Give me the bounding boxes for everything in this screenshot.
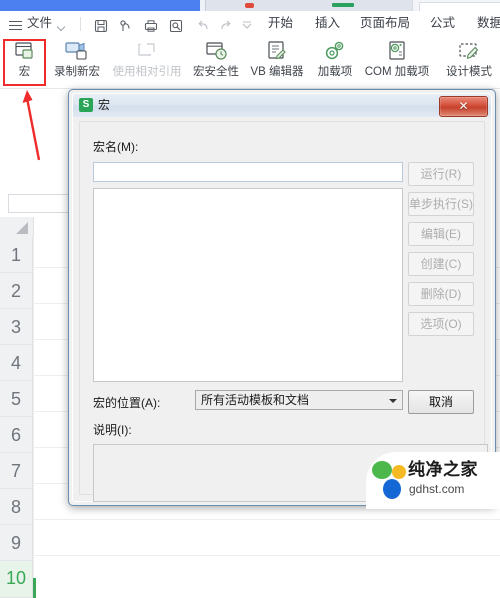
macro-location-select[interactable]: 所有活动模板和文档 [195, 390, 403, 410]
row-header-10[interactable]: 10 [0, 561, 33, 598]
record-macro-icon [48, 38, 106, 64]
ribbon-toolbar: 宏 录制新宏 “„ 使用相对引用 宏安全性 VB 编辑器 加载项 COM 加载项… [0, 36, 500, 89]
svg-text:„: „ [148, 49, 151, 57]
macro-security-icon [188, 38, 244, 64]
macro-button-highlight [3, 39, 46, 86]
row-header-3[interactable]: 3 [0, 309, 33, 345]
row-header-6[interactable]: 6 [0, 417, 33, 453]
tab-badge-red-icon [245, 3, 254, 8]
ribbon-button-relative-reference: “„ 使用相对引用 [108, 38, 186, 79]
ribbon-button-vb-editor[interactable]: VB 编辑器 [246, 38, 308, 79]
ribbon-button-record-macro[interactable]: 录制新宏 [48, 38, 106, 79]
menu-item-data[interactable]: 数据 [477, 14, 500, 33]
svg-text:“: “ [138, 42, 141, 50]
ribbon-label-record-macro: 录制新宏 [54, 66, 100, 78]
active-row-indicator [33, 578, 36, 598]
description-label: 说明(I): [93, 423, 132, 437]
ribbon-label-macro-security: 宏安全性 [193, 66, 239, 78]
browser-tab-strip [0, 0, 500, 13]
macro-name-label: 宏名(M): [93, 140, 139, 154]
print-preview-icon[interactable] [169, 19, 183, 33]
row-header-5[interactable]: 5 [0, 381, 33, 417]
wps-spreadsheet-icon: S [79, 98, 93, 112]
relative-reference-icon: “„ [108, 38, 186, 64]
cancel-button[interactable]: 取消 [408, 390, 474, 414]
macro-dialog: S 宏 ✕ 宏名(M): 宏的位置(A): 所有活动模板和文档 说明(I): 运… [68, 89, 496, 506]
chevron-down-icon[interactable] [58, 24, 65, 31]
name-box-input[interactable] [8, 194, 72, 213]
hamburger-icon[interactable] [9, 21, 22, 31]
menu-divider [80, 17, 81, 31]
row-header-7[interactable]: 7 [0, 453, 33, 489]
row-header-2[interactable]: 2 [0, 273, 33, 309]
options-button[interactable]: 选项(O) [408, 312, 474, 336]
row-header-8[interactable]: 8 [0, 489, 33, 525]
customize-caret-icon[interactable] [240, 19, 254, 33]
macro-location-label: 宏的位置(A): [93, 396, 161, 410]
macro-list-box[interactable] [93, 188, 403, 382]
chevron-down-icon [389, 399, 397, 403]
print-icon[interactable] [144, 19, 158, 33]
ribbon-label-relative-reference: 使用相对引用 [112, 66, 182, 78]
menu-item-start[interactable]: 开始 [268, 14, 293, 33]
watermark-logo-icon [372, 461, 406, 499]
ribbon-label-design-mode: 设计模式 [446, 66, 492, 78]
browser-tab-active[interactable] [0, 0, 200, 11]
vb-editor-icon [246, 38, 308, 64]
watermark-title: 纯净之家 [408, 460, 478, 479]
addin-icon [312, 38, 358, 64]
select-all-triangle-icon [16, 222, 28, 234]
watermark-url: gdhst.com [409, 482, 465, 496]
undo-icon[interactable] [196, 19, 210, 33]
menu-bar: 文件 开始 插入 页面布局 公式 数据 [0, 11, 500, 36]
row-header-1[interactable]: 1 [0, 237, 33, 273]
watermark: 纯净之家 gdhst.com [366, 452, 500, 509]
ribbon-button-design-mode[interactable]: 设计模式 [440, 38, 498, 79]
row-header-9[interactable]: 9 [0, 525, 33, 561]
ribbon-button-com-addin[interactable]: COM 加载项 [360, 38, 434, 79]
ribbon-button-addin[interactable]: 加载项 [312, 38, 358, 79]
dialog-body: 宏名(M): 宏的位置(A): 所有活动模板和文档 说明(I): 运行(R) 单… [79, 121, 488, 502]
dialog-title-bar[interactable]: S 宏 ✕ [73, 94, 491, 117]
macro-name-input[interactable] [93, 162, 403, 182]
create-button[interactable]: 创建(C) [408, 252, 474, 276]
menu-item-file[interactable]: 文件 [27, 14, 52, 33]
com-addin-icon [360, 38, 434, 64]
delete-button[interactable]: 删除(D) [408, 282, 474, 306]
share-icon[interactable] [119, 19, 133, 33]
edit-button[interactable]: 编辑(E) [408, 222, 474, 246]
step-into-button[interactable]: 单步执行(S) [408, 192, 474, 216]
row-header-4[interactable]: 4 [0, 345, 33, 381]
ribbon-label-addin: 加载项 [317, 66, 353, 78]
close-button[interactable]: ✕ [439, 96, 488, 117]
ribbon-button-macro-security[interactable]: 宏安全性 [188, 38, 244, 79]
menu-item-formula[interactable]: 公式 [430, 14, 455, 33]
design-mode-icon [440, 38, 498, 64]
tab-badge-green-icon [332, 3, 354, 7]
ribbon-label-vb-editor: VB 编辑器 [250, 66, 304, 78]
dialog-title: 宏 [98, 98, 111, 112]
menu-item-insert[interactable]: 插入 [315, 14, 340, 33]
ribbon-label-com-addin: COM 加载项 [364, 66, 430, 78]
macro-location-value: 所有活动模板和文档 [201, 393, 310, 407]
menu-item-page-layout[interactable]: 页面布局 [360, 14, 410, 33]
run-button[interactable]: 运行(R) [408, 162, 474, 186]
redo-icon[interactable] [219, 19, 233, 33]
close-icon: ✕ [458, 99, 469, 113]
save-icon[interactable] [94, 19, 108, 33]
